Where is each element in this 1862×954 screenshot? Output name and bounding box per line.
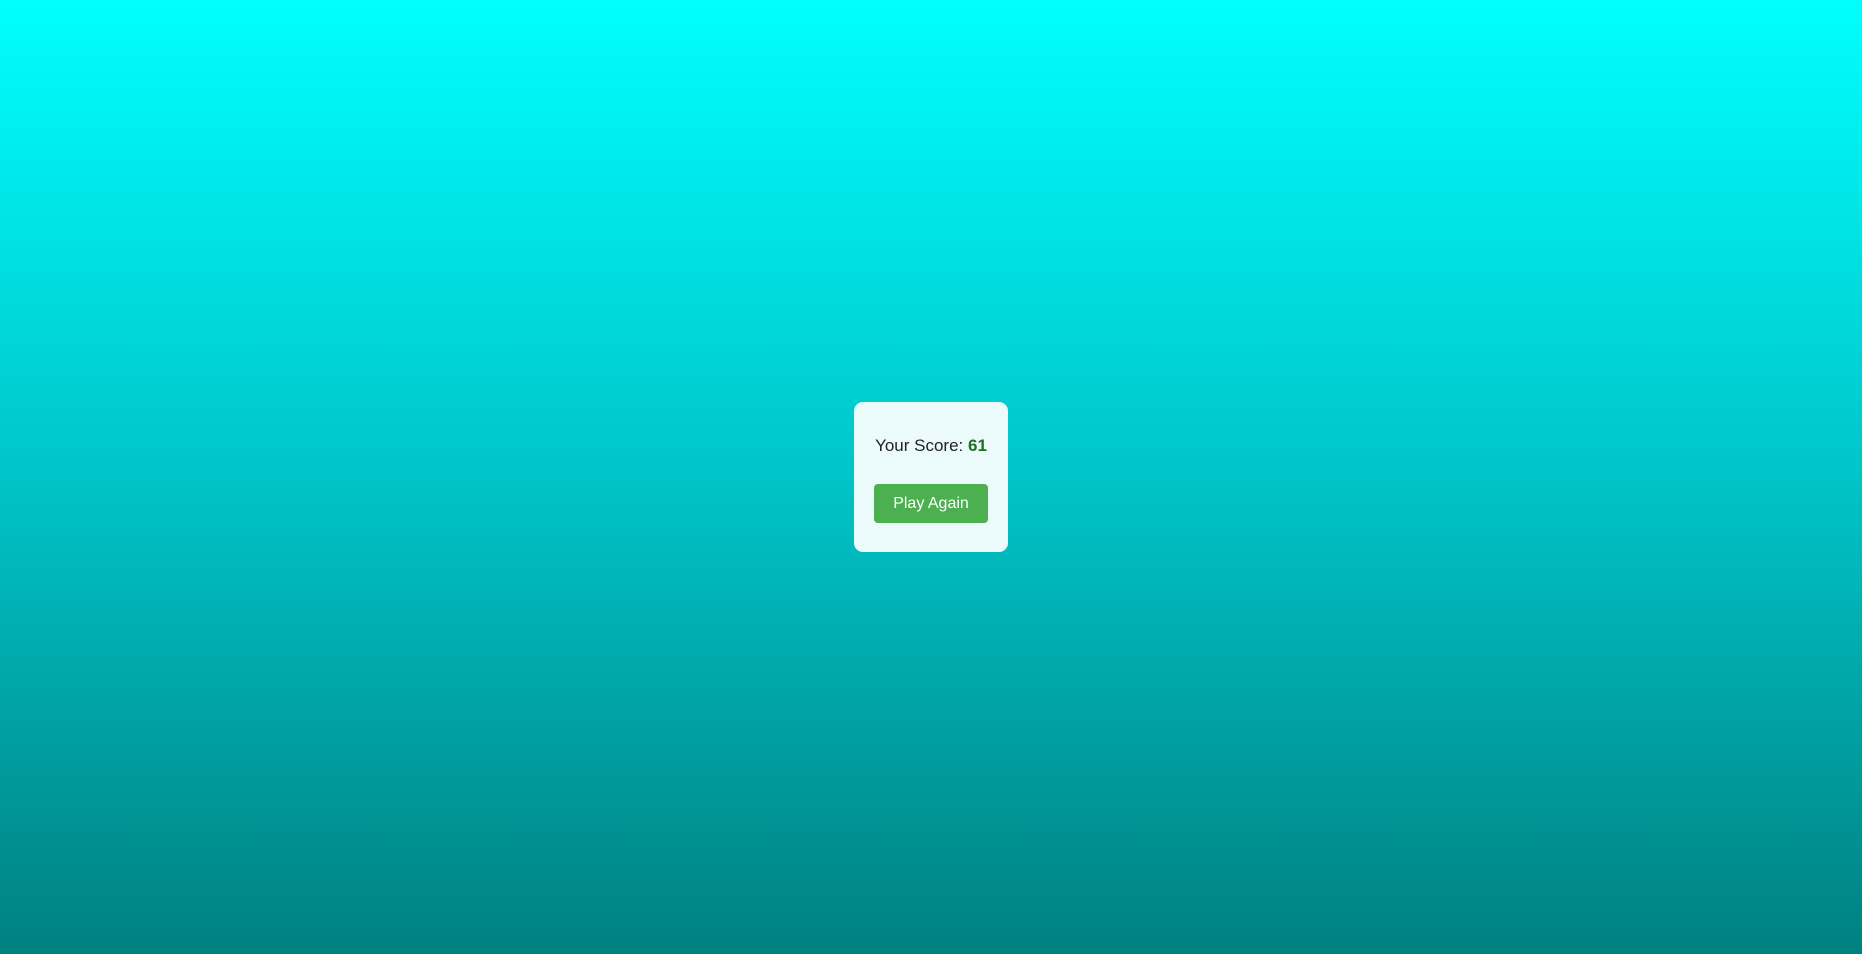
- score-label: Your Score:: [875, 436, 968, 455]
- score-dialog: Your Score: 61 Play Again: [854, 402, 1008, 552]
- score-value: 61: [968, 436, 987, 455]
- score-display: Your Score: 61: [875, 436, 987, 456]
- game-over-screen: { "game_over": { "score_label": "Your Sc…: [0, 0, 1862, 954]
- play-again-button[interactable]: Play Again: [874, 484, 988, 523]
